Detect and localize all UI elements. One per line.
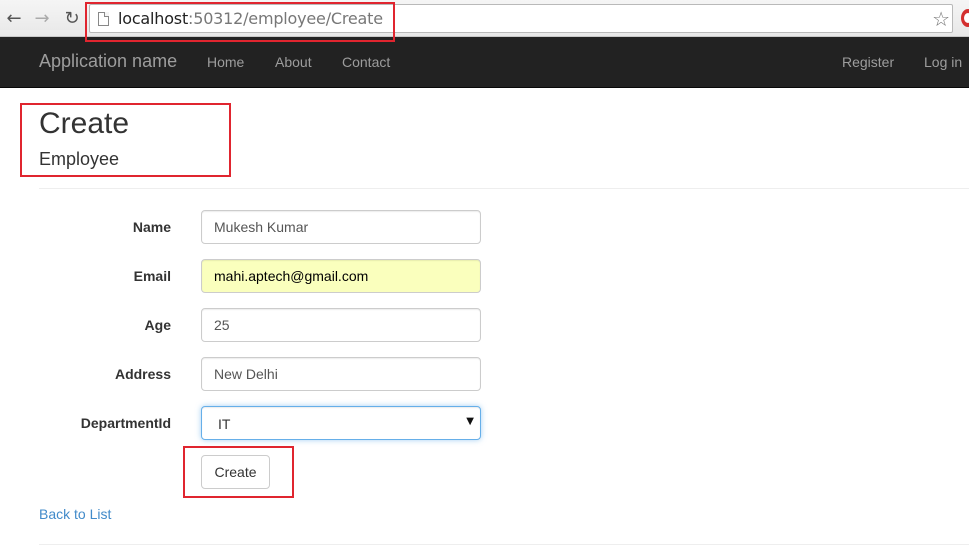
footer-divider: [39, 544, 969, 545]
brand-link[interactable]: Application name: [39, 51, 177, 72]
create-button[interactable]: Create: [201, 455, 270, 489]
email-label: Email: [133, 268, 171, 284]
address-input[interactable]: [201, 357, 481, 391]
browser-toolbar: ← → ↻ localhost:50312/employee/Create ☆: [0, 0, 969, 37]
back-to-list-link[interactable]: Back to List: [39, 506, 111, 522]
page-subtitle: Employee: [39, 149, 120, 169]
department-label: DepartmentId: [80, 415, 171, 431]
nav-register[interactable]: Register: [842, 54, 894, 70]
department-selected-value: IT: [218, 416, 231, 432]
address-label: Address: [114, 366, 171, 382]
extension-icon[interactable]: [961, 9, 969, 27]
star-icon[interactable]: ☆: [932, 7, 950, 31]
address-bar[interactable]: localhost:50312/employee/Create ☆: [89, 4, 953, 33]
nav-about[interactable]: About: [275, 54, 312, 70]
forward-arrow-icon[interactable]: →: [30, 6, 54, 30]
page-title: Create: [39, 107, 130, 140]
url-text: localhost:50312/employee/Create: [118, 9, 383, 28]
dropdown-caret-icon: ▼: [466, 416, 474, 427]
back-arrow-icon[interactable]: ←: [2, 6, 26, 30]
name-input[interactable]: [201, 210, 481, 244]
nav-home[interactable]: Home: [207, 54, 244, 70]
nav-login[interactable]: Log in: [924, 54, 962, 70]
email-input[interactable]: [201, 259, 481, 293]
age-input[interactable]: [201, 308, 481, 342]
page-icon: [98, 12, 109, 26]
nav-contact[interactable]: Contact: [342, 54, 390, 70]
name-label: Name: [132, 219, 171, 235]
navbar: Application name Home About Contact Regi…: [0, 37, 969, 88]
divider: [39, 188, 969, 189]
age-label: Age: [144, 317, 171, 333]
department-select[interactable]: IT ▼: [201, 406, 481, 440]
reload-icon[interactable]: ↻: [60, 6, 84, 30]
